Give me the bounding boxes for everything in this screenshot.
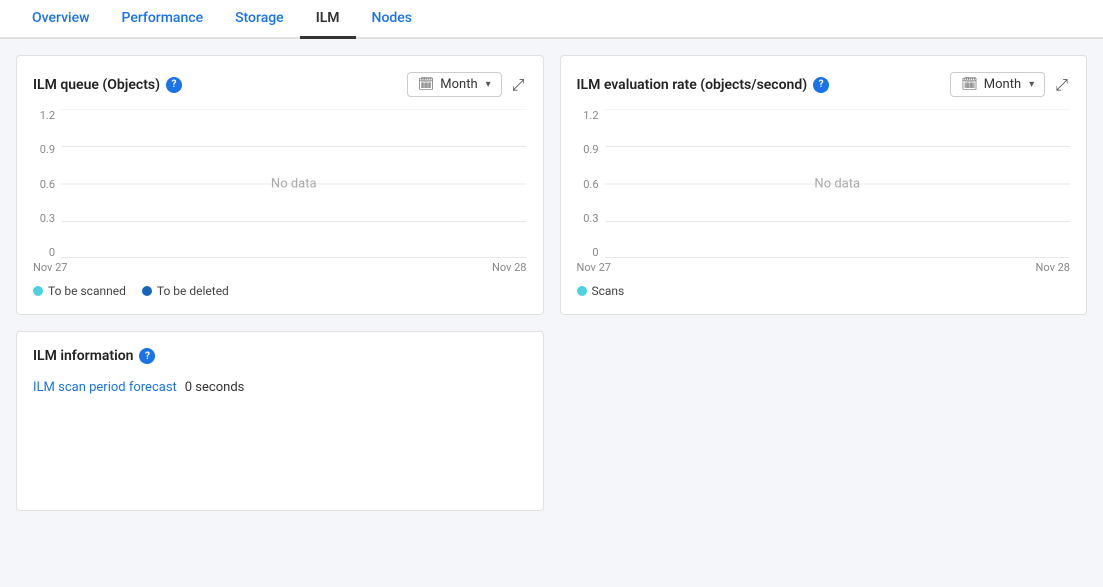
legend-label-scans: Scans xyxy=(592,284,625,298)
chart2-legend: Scans xyxy=(577,284,1071,298)
chart1-expand-icon[interactable]: ⤢ xyxy=(510,73,527,97)
ilm-queue-card: ILM queue (Objects) ? 🗓 Month ▾ ⤢ xyxy=(16,55,544,315)
chart1-controls: 🗓 Month ▾ ⤢ xyxy=(407,72,527,97)
info-card-help-icon[interactable]: ? xyxy=(139,348,155,364)
tab-performance[interactable]: Performance xyxy=(105,0,219,39)
ilm-info-card: ILM information ? ILM scan period foreca… xyxy=(16,331,544,511)
chart1-month-dropdown[interactable]: 🗓 Month ▾ xyxy=(407,72,502,97)
chart1-no-data: No data xyxy=(271,177,317,192)
chart2-date-start: Nov 27 xyxy=(577,261,611,274)
ilm-eval-rate-card: ILM evaluation rate (objects/second) ? 🗓… xyxy=(560,55,1088,315)
chart2-dates: Nov 27 Nov 28 xyxy=(577,261,1071,274)
chart2-chevron-icon: ▾ xyxy=(1029,79,1034,90)
y2-label-0.6: 0.6 xyxy=(583,178,598,191)
y-label-0.3: 0.3 xyxy=(40,212,55,225)
tab-overview[interactable]: Overview xyxy=(16,0,105,39)
chart1-title: ILM queue (Objects) xyxy=(33,77,160,93)
ilm-scan-period-value: 0 seconds xyxy=(185,380,245,395)
info-card-title: ILM information xyxy=(33,348,133,364)
legend-label-scanned: To be scanned xyxy=(48,284,126,298)
legend-label-deleted: To be deleted xyxy=(157,284,229,298)
chart2-controls: 🗓 Month ▾ ⤢ xyxy=(950,72,1070,97)
tab-ilm[interactable]: ILM xyxy=(300,0,356,39)
chart1-help-icon[interactable]: ? xyxy=(166,77,182,93)
legend-dot-scanned xyxy=(33,286,43,296)
app-container: Overview Performance Storage ILM Nodes I… xyxy=(0,0,1103,587)
legend-to-be-deleted: To be deleted xyxy=(142,284,229,298)
chart1-plot-area: 1.2 0.9 0.6 0.3 0 xyxy=(33,109,527,259)
chart2-no-data: No data xyxy=(814,177,860,192)
y2-label-0.9: 0.9 xyxy=(583,143,598,156)
y2-label-1.2: 1.2 xyxy=(583,109,598,122)
charts-row: ILM queue (Objects) ? 🗓 Month ▾ ⤢ xyxy=(16,55,1087,315)
tabs-bar: Overview Performance Storage ILM Nodes xyxy=(0,0,1103,39)
chart2-header: ILM evaluation rate (objects/second) ? 🗓… xyxy=(577,72,1071,97)
chart2-plot-area: 1.2 0.9 0.6 0.3 0 xyxy=(577,109,1071,259)
legend-scans: Scans xyxy=(577,284,625,298)
y2-label-0.3: 0.3 xyxy=(583,212,598,225)
tab-storage[interactable]: Storage xyxy=(219,0,300,39)
chart1-chevron-icon: ▾ xyxy=(486,79,491,90)
y-label-0.6: 0.6 xyxy=(40,178,55,191)
chart1-date-end: Nov 28 xyxy=(492,261,526,274)
chart1-header: ILM queue (Objects) ? 🗓 Month ▾ ⤢ xyxy=(33,72,527,97)
chart1-y-labels: 1.2 0.9 0.6 0.3 0 xyxy=(33,109,61,259)
chart1-date-start: Nov 27 xyxy=(33,261,67,274)
tab-nodes[interactable]: Nodes xyxy=(356,0,428,39)
chart2-title: ILM evaluation rate (objects/second) xyxy=(577,77,808,93)
main-content: ILM queue (Objects) ? 🗓 Month ▾ ⤢ xyxy=(0,39,1103,587)
chart1-legend: To be scanned To be deleted xyxy=(33,284,527,298)
info-scan-period-row: ILM scan period forecast 0 seconds xyxy=(33,380,527,395)
legend-dot-deleted xyxy=(142,286,152,296)
chart2-help-icon[interactable]: ? xyxy=(813,77,829,93)
chart2-y-labels: 1.2 0.9 0.6 0.3 0 xyxy=(577,109,605,259)
y-label-0: 0 xyxy=(49,246,55,259)
legend-dot-scans xyxy=(577,286,587,296)
chart2-title-area: ILM evaluation rate (objects/second) ? xyxy=(577,77,830,93)
y-label-0.9: 0.9 xyxy=(40,143,55,156)
chart2-dropdown-label: Month xyxy=(984,77,1021,92)
chart2-month-dropdown[interactable]: 🗓 Month ▾ xyxy=(950,72,1045,97)
legend-to-be-scanned: To be scanned xyxy=(33,284,126,298)
chart1-title-area: ILM queue (Objects) ? xyxy=(33,77,182,93)
chart2-date-end: Nov 28 xyxy=(1036,261,1070,274)
ilm-scan-period-link[interactable]: ILM scan period forecast xyxy=(33,380,177,395)
chart1-calendar-icon: 🗓 xyxy=(418,77,435,92)
chart2-calendar-icon: 🗓 xyxy=(961,77,978,92)
chart1-dropdown-label: Month xyxy=(440,77,477,92)
chart2-expand-icon[interactable]: ⤢ xyxy=(1053,73,1070,97)
y2-label-0: 0 xyxy=(592,246,598,259)
chart2-plot: No data xyxy=(605,109,1071,259)
chart1-plot: No data xyxy=(61,109,527,259)
chart1-dates: Nov 27 Nov 28 xyxy=(33,261,527,274)
y-label-1.2: 1.2 xyxy=(40,109,55,122)
info-card-header: ILM information ? xyxy=(33,348,527,364)
